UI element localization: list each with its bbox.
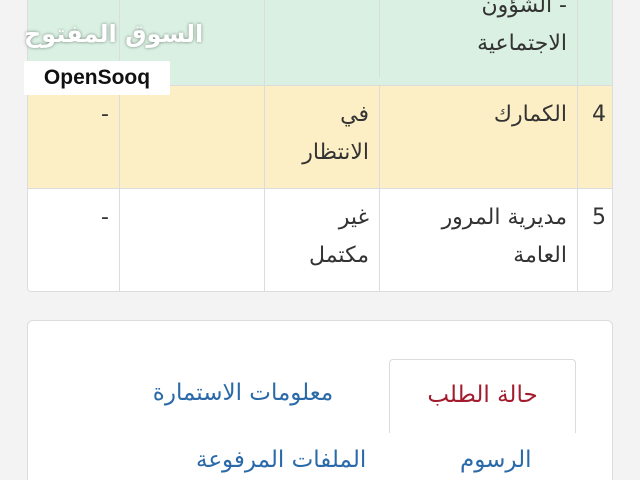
entity-name-line2: الاجتماعية (477, 31, 567, 56)
entity-name-line1: - الشؤون (481, 0, 567, 18)
tab-fees[interactable]: الرسوم (460, 447, 531, 473)
tabs-card: حالة الطلب معلومات الاستمارة الرسوم المل… (27, 320, 613, 480)
tab-form-info[interactable]: معلومات الاستمارة (128, 373, 358, 413)
status-cell (264, 0, 379, 85)
watermark-logo: OpenSooq (24, 61, 170, 95)
status-cell: غير مكتمل (264, 189, 379, 291)
table-row: 4 الكمارك في الانتظار - (28, 86, 612, 189)
entity-name: - الشؤون الاجتماعية (379, 0, 577, 77)
entity-name-line2: العامة (513, 243, 567, 268)
entity-name: مديرية المرور العامة (379, 189, 577, 291)
status-line1: في (340, 102, 369, 127)
row-number: 4 (577, 86, 612, 188)
entity-name-line1: مديرية المرور (441, 205, 567, 230)
status-cell: في الانتظار (264, 86, 379, 188)
table-cell (119, 189, 264, 291)
tab-uploaded-files[interactable]: الملفات المرفوعة (196, 447, 366, 473)
table-row: 5 مديرية المرور العامة غير مكتمل - (28, 189, 612, 291)
status-line2: الانتظار (302, 140, 369, 165)
status-line1: غير (338, 205, 369, 230)
watermark-arabic: السوق المفتوح (24, 20, 204, 48)
tab-request-status[interactable]: حالة الطلب (389, 359, 576, 433)
empty-value: - (101, 102, 109, 127)
empty-value: - (101, 205, 109, 230)
row-number: 5 (577, 189, 612, 291)
row-number (577, 0, 612, 85)
entity-name-line1: الكمارك (493, 102, 567, 127)
table-cell (119, 86, 264, 188)
status-line2: مكتمل (309, 243, 369, 268)
entity-name: الكمارك (379, 86, 577, 188)
